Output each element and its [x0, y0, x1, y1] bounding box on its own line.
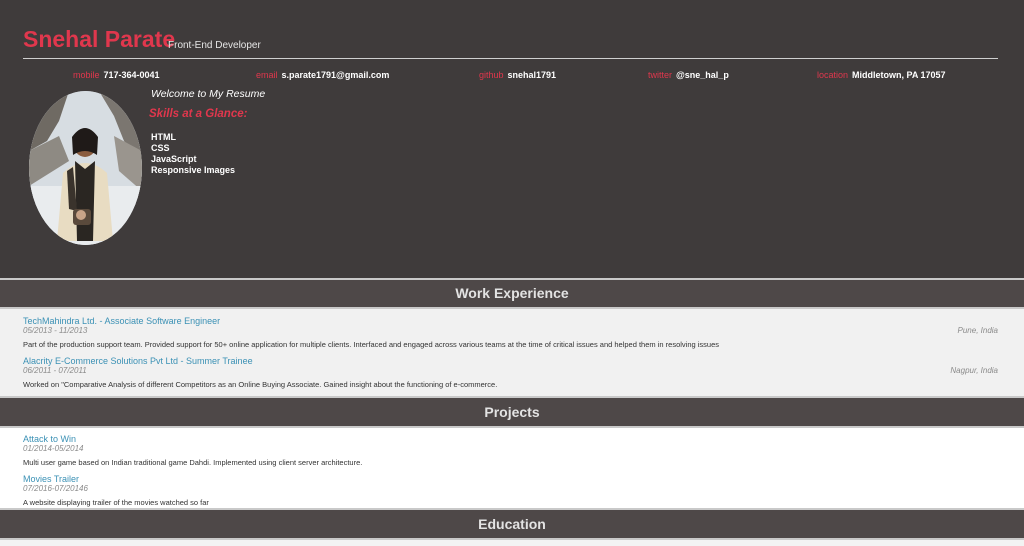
header-divider: [23, 58, 998, 59]
project-title-link[interactable]: Movies Trailer: [23, 474, 79, 484]
skill-item: Responsive Images: [151, 165, 236, 175]
welcome-text: Welcome to My Resume: [151, 88, 266, 100]
education-heading: Education: [0, 508, 1024, 540]
contact-label: location: [817, 70, 849, 80]
job-description: Worked on "Comparative Analysis of diffe…: [23, 380, 498, 389]
contact-value[interactable]: 717-364-0041: [104, 70, 160, 80]
job-title-link[interactable]: Alacrity E-Commerce Solutions Pvt Ltd - …: [23, 356, 253, 366]
project-entry: Attack to Win 01/2014-05/2014 Multi user…: [23, 434, 998, 468]
work-experience-heading: Work Experience: [0, 278, 1024, 309]
education-section: [0, 540, 1024, 546]
contact-value[interactable]: s.parate1791@gmail.com: [282, 70, 390, 80]
project-entry: Movies Trailer 07/2016-07/20146 A websit…: [23, 474, 998, 508]
contact-twitter: twitter @sne_hal_p: [648, 70, 729, 80]
project-title-link[interactable]: Attack to Win: [23, 434, 76, 444]
job-description: Part of the production support team. Pro…: [23, 340, 720, 349]
contact-label: mobile: [73, 70, 100, 80]
projects-section: Attack to Win 01/2014-05/2014 Multi user…: [0, 428, 1024, 508]
job-location: Nagpur, India: [950, 366, 998, 375]
work-entry: TechMahindra Ltd. - Associate Software E…: [23, 316, 998, 350]
resume-header: Snehal Parate Front-End Developer mobile…: [0, 0, 1024, 278]
skill-item: CSS: [151, 143, 170, 153]
skill-item: JavaScript: [151, 154, 197, 164]
project-description: Multi user game based on Indian traditio…: [23, 458, 363, 467]
role-subtitle: Front-End Developer: [168, 40, 261, 51]
job-dates: 06/2011 - 07/2011: [23, 366, 87, 375]
contact-value: Middletown, PA 17057: [852, 70, 946, 80]
name-heading: Snehal Parate: [23, 26, 176, 52]
contact-github: github snehal1791: [479, 70, 556, 80]
work-entry: Alacrity E-Commerce Solutions Pvt Ltd - …: [23, 356, 998, 390]
job-title-link[interactable]: TechMahindra Ltd. - Associate Software E…: [23, 316, 220, 326]
profile-photo-image: [29, 91, 142, 245]
project-description: A website displaying trailer of the movi…: [23, 498, 209, 507]
project-dates: 07/2016-07/20146: [23, 484, 88, 493]
profile-photo: [29, 91, 142, 245]
contact-label: twitter: [648, 70, 673, 80]
skills-heading: Skills at a Glance:: [149, 108, 248, 120]
contact-label: email: [256, 70, 278, 80]
job-location: Pune, India: [957, 326, 998, 335]
contact-label: github: [479, 70, 504, 80]
contact-mobile: mobile 717-364-0041: [73, 70, 160, 80]
skills-list: HTML CSS JavaScript Responsive Images: [151, 132, 235, 176]
work-experience-section: TechMahindra Ltd. - Associate Software E…: [0, 309, 1024, 396]
contact-value[interactable]: @sne_hal_p: [676, 70, 729, 80]
contact-value[interactable]: snehal1791: [508, 70, 557, 80]
skill-item: HTML: [151, 132, 176, 142]
contact-location: location Middletown, PA 17057: [817, 70, 946, 80]
job-dates: 05/2013 - 11/2013: [23, 326, 88, 335]
project-dates: 01/2014-05/2014: [23, 444, 84, 453]
projects-heading: Projects: [0, 396, 1024, 428]
contact-email: email s.parate1791@gmail.com: [256, 70, 389, 80]
